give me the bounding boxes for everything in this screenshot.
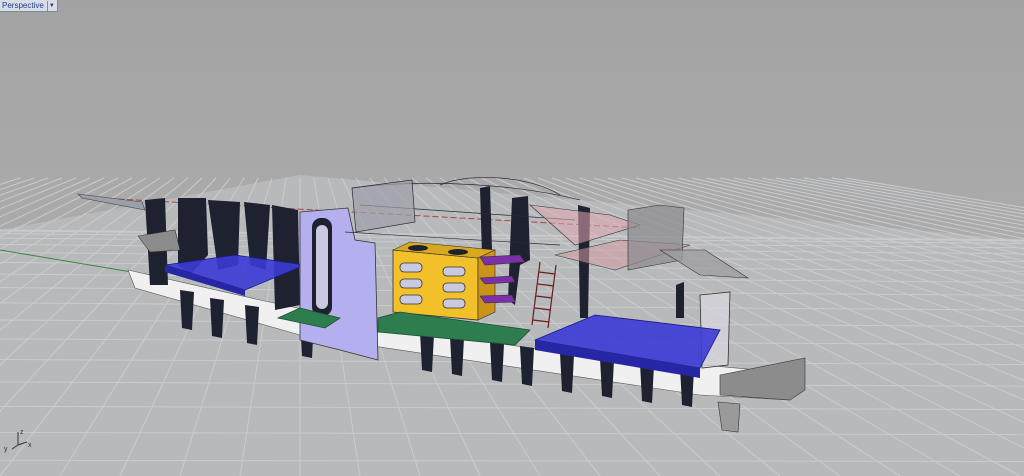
axis-y-label: y [4, 446, 8, 453]
axis-z-label: z [20, 429, 24, 436]
viewport-title-tab[interactable]: Perspective ▼ [0, 0, 58, 12]
3d-scene[interactable]: z x y [0, 0, 1024, 476]
axis-x-label: x [28, 442, 32, 449]
chevron-down-icon[interactable]: ▼ [46, 0, 56, 11]
galley-cabinet [391, 241, 497, 321]
perspective-viewport[interactable]: Perspective ▼ z x y [0, 0, 1024, 476]
viewport-title: Perspective [2, 1, 44, 10]
